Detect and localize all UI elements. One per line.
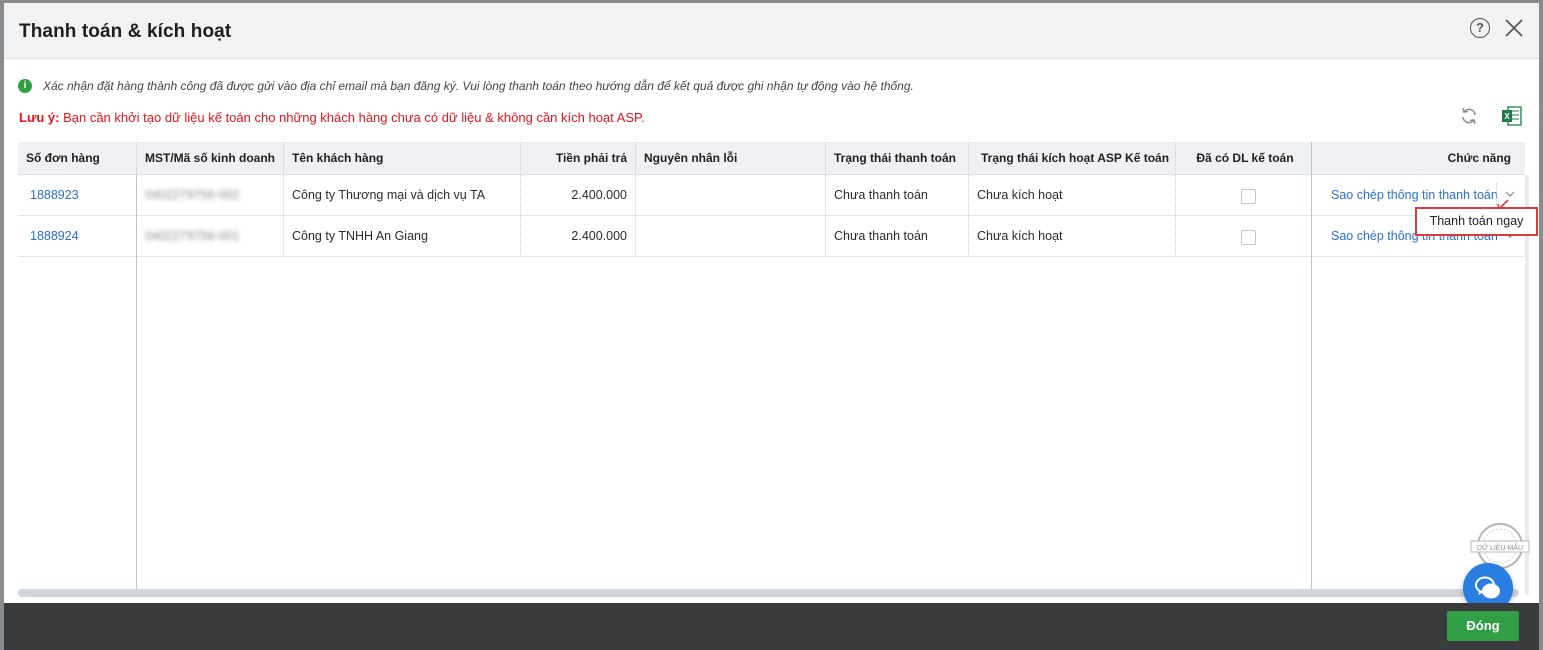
tax-code: 0402279756-001: [145, 229, 240, 243]
warning-note: Lưu ý: Bạn cần khởi tạo dữ liệu kế toán …: [19, 110, 645, 125]
success-message-text: Xác nhận đặt hàng thành công đã được gửi…: [43, 79, 914, 93]
payment-activation-dialog: Thanh toán & kích hoạt ? i Xác nhận đặt …: [0, 0, 1543, 650]
customer-name: Công ty TNHH An Giang: [292, 229, 428, 243]
col-amount[interactable]: Tiền phải trả: [521, 142, 635, 175]
warning-note-text: Bạn cần khởi tạo dữ liệu kế toán cho nhữ…: [59, 110, 645, 125]
orders-grid: Số đơn hàng MST/Mã số kinh doanh Tên khá…: [18, 142, 1525, 600]
close-icon[interactable]: [1503, 17, 1525, 39]
asp-status: Chưa kích hoạt: [977, 188, 1063, 202]
chevron-down-icon[interactable]: [1505, 189, 1515, 199]
payment-status: Chưa thanh toán: [834, 188, 928, 202]
has-data-checkbox[interactable]: [1241, 189, 1256, 204]
has-data-checkbox[interactable]: [1241, 230, 1256, 245]
excel-export-icon[interactable]: X: [1501, 105, 1523, 127]
grid-header-row: Số đơn hàng MST/Mã số kinh doanh Tên khá…: [18, 142, 1525, 175]
customer-name: Công ty Thương mại và dịch vụ TA: [292, 188, 486, 202]
amount: 2.400.000: [571, 188, 627, 202]
col-payment-status[interactable]: Trạng thái thanh toán: [826, 142, 968, 175]
col-has-data[interactable]: Đã có DL kế toán: [1181, 142, 1309, 175]
help-icon[interactable]: ?: [1470, 18, 1490, 38]
col-tax-code[interactable]: MST/Mã số kinh doanh: [137, 142, 283, 175]
amount: 2.400.000: [571, 229, 627, 243]
col-actions: Chức năng: [1447, 151, 1511, 165]
order-number-link[interactable]: 1888924: [22, 216, 87, 257]
error-reason: [636, 175, 652, 216]
table-row[interactable]: 1888923 0402279756-002 Công ty Thương mạ…: [18, 175, 1525, 216]
table-row[interactable]: 1888924 0402279756-001 Công ty TNHH An G…: [18, 216, 1525, 257]
pay-now-menu-item[interactable]: Thanh toán ngay: [1415, 207, 1538, 236]
frozen-column-divider: [136, 175, 137, 590]
refresh-icon[interactable]: [1459, 106, 1479, 126]
asp-status: Chưa kích hoạt: [977, 229, 1063, 243]
horizontal-scrollbar[interactable]: [18, 589, 1519, 597]
warning-note-label: Lưu ý:: [19, 110, 60, 125]
tax-code: 0402279756-002: [145, 188, 240, 202]
sample-data-stamp-text: DỮ LIỆU MẪU: [1477, 543, 1523, 552]
payment-status: Chưa thanh toán: [834, 229, 928, 243]
col-asp-status[interactable]: Trạng thái kích hoạt ASP Kế toán: [973, 142, 1175, 175]
close-button[interactable]: Đóng: [1447, 611, 1519, 641]
col-customer[interactable]: Tên khách hàng: [284, 142, 520, 175]
info-icon: i: [18, 79, 32, 93]
dialog-title: Thanh toán & kích hoạt: [19, 21, 232, 42]
col-order-no[interactable]: Số đơn hàng: [18, 142, 136, 175]
dialog-footer: Đóng: [4, 603, 1539, 650]
svg-text:X: X: [1504, 112, 1510, 121]
col-error-reason[interactable]: Nguyên nhân lỗi: [636, 142, 826, 175]
error-reason: [636, 216, 652, 257]
frozen-column-divider: [1311, 142, 1312, 590]
success-message: i Xác nhận đặt hàng thành công đã được g…: [18, 79, 914, 93]
order-number-link[interactable]: 1888923: [22, 175, 87, 216]
dialog-header: Thanh toán & kích hoạt ?: [4, 3, 1539, 59]
